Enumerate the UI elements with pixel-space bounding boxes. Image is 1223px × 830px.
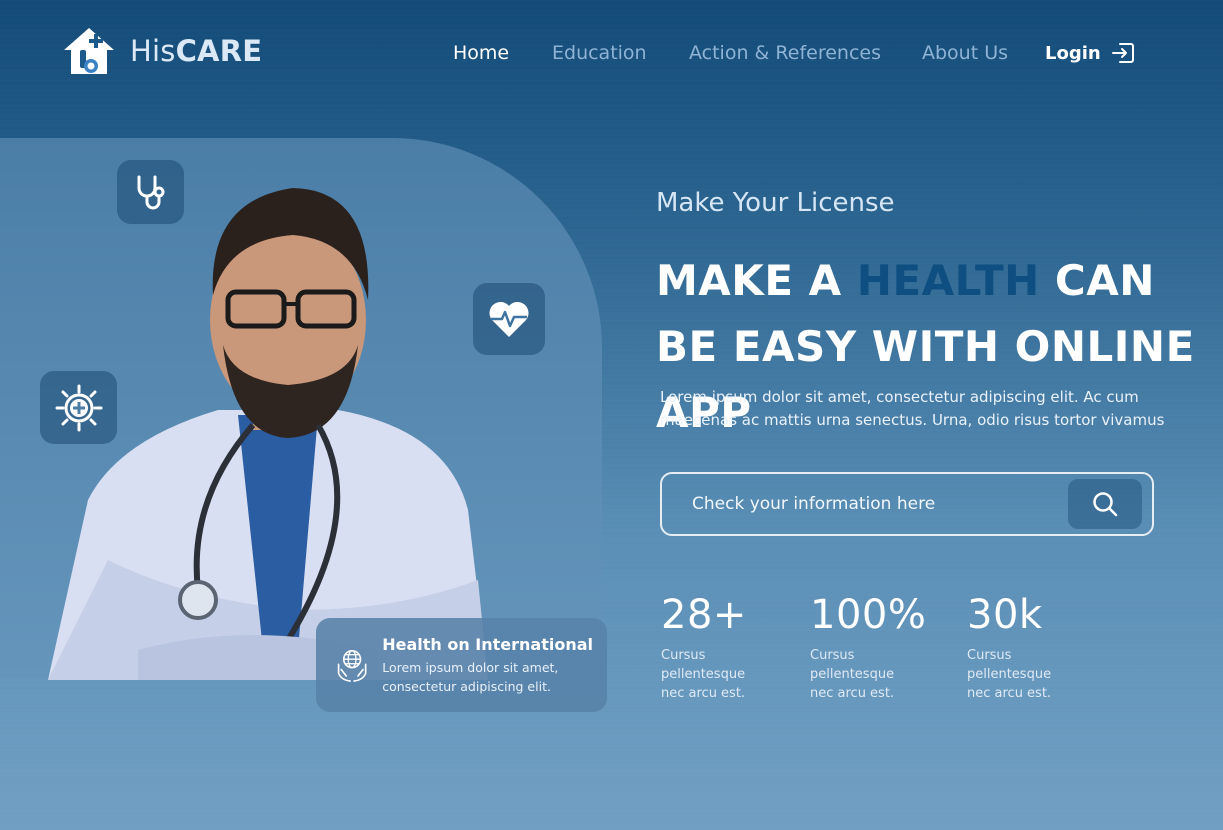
- stat-value: 100%: [810, 592, 927, 638]
- stethoscope-badge: [117, 160, 184, 224]
- headline-highlight: HEALTH: [856, 256, 1040, 305]
- nav-item-about-us[interactable]: About Us: [922, 42, 1008, 64]
- brand-logo[interactable]: HisCARE: [60, 24, 262, 78]
- virus-plus-badge: [40, 371, 117, 444]
- brand-name: HisCARE: [130, 34, 263, 68]
- stethoscope-icon: [137, 175, 164, 210]
- heartbeat-icon: [489, 301, 529, 337]
- nav-item-education[interactable]: Education: [552, 42, 647, 64]
- globe-hands-icon: [337, 650, 367, 682]
- hero-description: Lorem ipsum dolor sit amet, consectetur …: [660, 388, 1165, 429]
- stat-description: Cursus pellentesque nec arcu est.: [967, 648, 1052, 701]
- virus-plus-icon: [55, 384, 102, 431]
- nav-item-home[interactable]: Home: [453, 42, 509, 64]
- login-label: Login: [1045, 42, 1101, 64]
- stat-item: 28+ Cursus pellentesque nec arcu est.: [661, 592, 761, 703]
- login-arrow-icon: [1111, 43, 1134, 63]
- nav-item-action-references[interactable]: Action & References: [689, 42, 881, 64]
- heartbeat-badge: [473, 283, 545, 355]
- info-card-title: Health on International: [382, 634, 594, 654]
- health-info-card[interactable]: Health on International Lorem ipsum dolo…: [316, 618, 607, 712]
- search-button[interactable]: [1068, 479, 1142, 529]
- stat-item: 30k Cursus pellentesque nec arcu est.: [967, 592, 1067, 703]
- stat-value: 28+: [661, 592, 747, 638]
- stat-description: Cursus pellentesque nec arcu est.: [661, 648, 746, 701]
- stat-value: 30k: [967, 592, 1043, 638]
- stat-item: 100% Cursus pellentesque nec arcu est.: [810, 592, 926, 703]
- search-input[interactable]: [662, 494, 1068, 514]
- info-card-description: Lorem ipsum dolor sit amet, consectetur …: [382, 659, 559, 694]
- logo-house-icon: [64, 28, 114, 74]
- login-button[interactable]: Login: [1045, 42, 1135, 64]
- search-bar: [660, 472, 1154, 536]
- stat-description: Cursus pellentesque nec arcu est.: [810, 648, 895, 701]
- hero-eyebrow: Make Your License: [656, 188, 895, 218]
- search-icon: [1093, 492, 1118, 517]
